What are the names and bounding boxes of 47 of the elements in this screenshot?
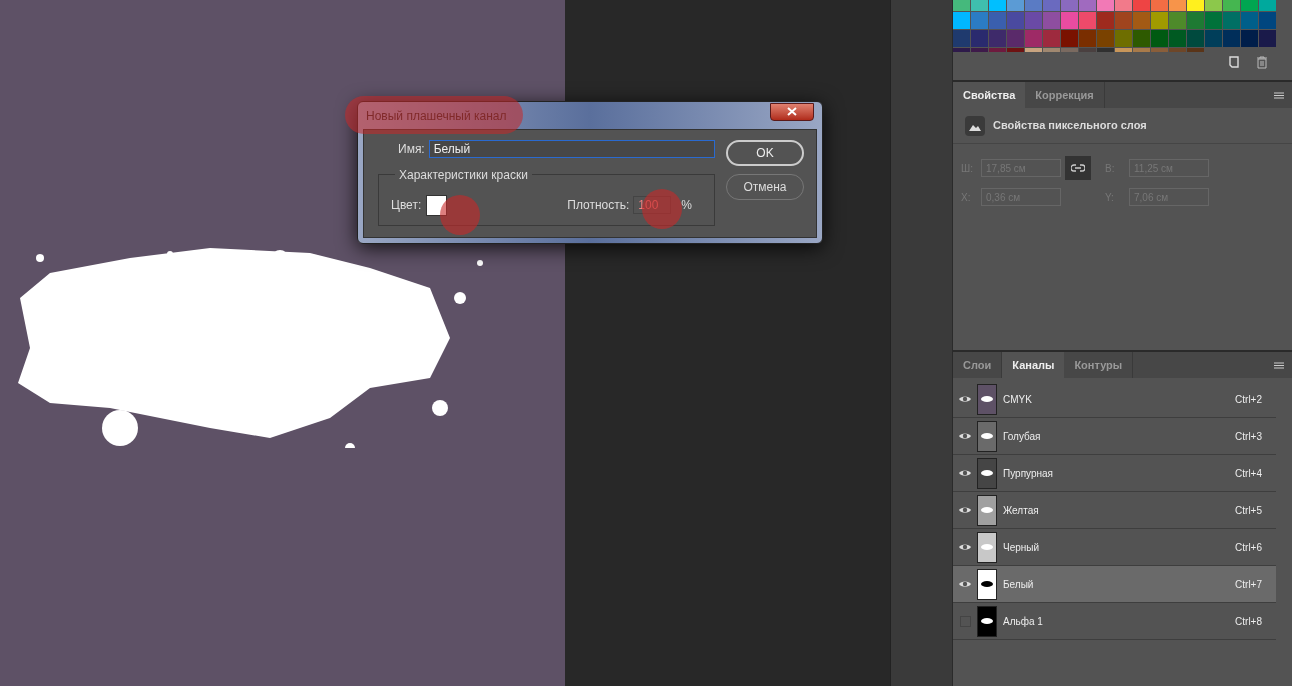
menu-icon[interactable] — [1274, 91, 1284, 99]
close-icon — [787, 107, 797, 116]
panel-tab[interactable]: Свойства — [953, 82, 1026, 108]
eye-icon[interactable] — [958, 468, 972, 478]
unit-label: % — [681, 197, 692, 214]
channel-name: Желтая — [1003, 503, 1039, 518]
eye-icon[interactable] — [958, 505, 972, 515]
channel-shortcut: Ctrl+7 — [1235, 577, 1262, 592]
eye-icon[interactable] — [958, 394, 972, 404]
channel-row[interactable]: Голубая Ctrl+3 — [953, 418, 1276, 455]
eye-icon[interactable] — [958, 542, 972, 552]
channel-name: Пурпурная — [1003, 466, 1053, 481]
field-label: Имя: — [398, 141, 425, 158]
highlight-marker — [440, 195, 480, 235]
eye-icon[interactable] — [958, 579, 972, 589]
menu-icon[interactable] — [1274, 361, 1284, 369]
new-swatch-icon[interactable] — [1228, 56, 1240, 68]
channel-shortcut: Ctrl+4 — [1235, 466, 1262, 481]
panel-header: Свойства пиксельного слоя — [993, 118, 1147, 134]
channel-row[interactable]: Пурпурная Ctrl+4 — [953, 455, 1276, 492]
channel-shortcut: Ctrl+3 — [1235, 429, 1262, 444]
channel-row[interactable]: Альфа 1 Ctrl+8 — [953, 603, 1276, 640]
channel-name: Альфа 1 — [1003, 614, 1043, 629]
channel-name: Черный — [1003, 540, 1040, 555]
channel-name: CMYK — [1003, 392, 1032, 407]
image-icon — [965, 115, 985, 136]
channel-row[interactable]: Желтая Ctrl+5 — [953, 492, 1276, 529]
channel-row[interactable]: CMYK Ctrl+2 — [953, 381, 1276, 418]
trash-icon[interactable] — [1256, 56, 1268, 69]
dialog-button[interactable]: OK — [726, 140, 804, 166]
channel-name: Белый — [1003, 577, 1034, 592]
panel-tab[interactable]: Каналы — [1002, 352, 1065, 378]
field-label: Плотность: — [567, 197, 630, 214]
channel-row[interactable]: Белый Ctrl+7 — [953, 566, 1276, 603]
eye-icon[interactable] — [958, 431, 972, 441]
dialog-title: Новый плашечный канал — [366, 107, 507, 125]
color-swatch[interactable] — [426, 194, 448, 216]
field-label: Цвет: — [391, 197, 422, 214]
channel-row[interactable]: Черный Ctrl+6 — [953, 529, 1276, 566]
close-button[interactable] — [770, 102, 814, 121]
channel-name: Голубая — [1003, 429, 1041, 444]
channel-shortcut: Ctrl+6 — [1235, 540, 1262, 555]
link-icon[interactable] — [1065, 156, 1091, 180]
channel-shortcut: Ctrl+2 — [1235, 392, 1262, 407]
channel-shortcut: Ctrl+5 — [1235, 503, 1262, 518]
name-field[interactable]: Белый — [428, 140, 715, 158]
channel-shortcut: Ctrl+8 — [1235, 614, 1262, 629]
